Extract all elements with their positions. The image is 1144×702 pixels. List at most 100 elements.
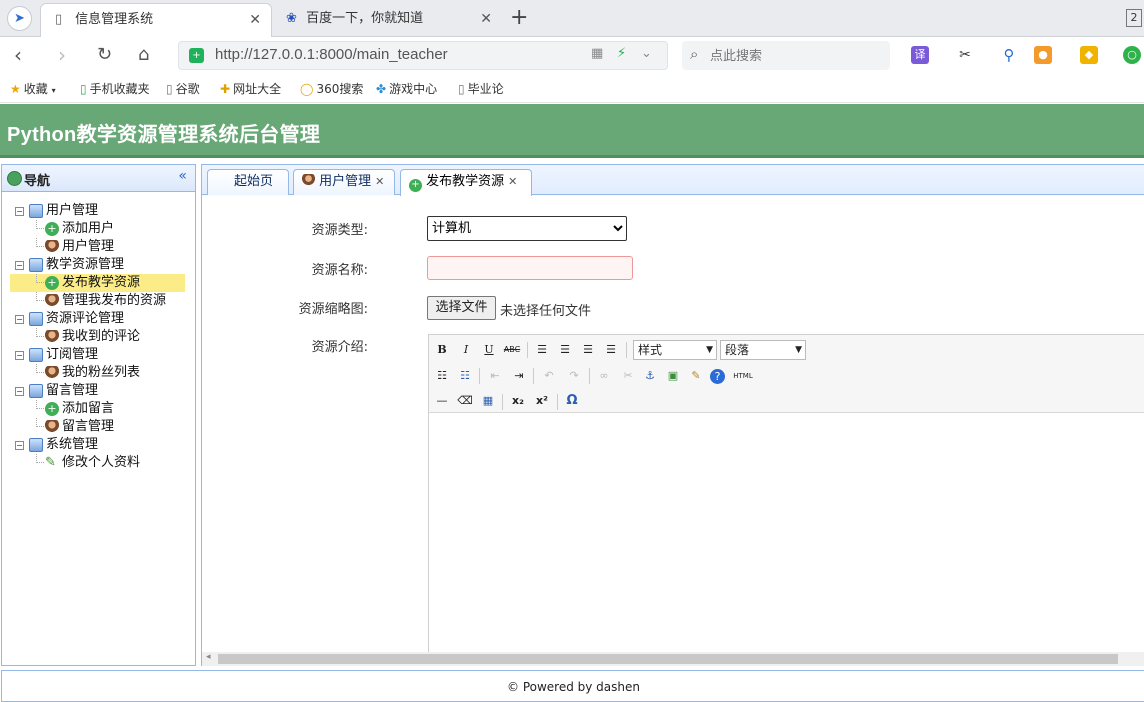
link-icon[interactable]: ∞ bbox=[595, 367, 613, 385]
numbered-list-icon[interactable]: ☷ bbox=[456, 367, 474, 385]
image-icon[interactable]: ▣ bbox=[664, 367, 682, 385]
sidebar-title: 导航 bbox=[24, 174, 51, 189]
tree-item[interactable]: + 发布教学资源 bbox=[10, 274, 185, 292]
translate-icon[interactable]: 译 bbox=[911, 46, 929, 64]
close-tab-icon[interactable]: ✕ bbox=[480, 3, 492, 35]
tree-item[interactable]: 管理我发布的资源 bbox=[2, 292, 195, 310]
extension-icon[interactable]: ○ bbox=[1123, 46, 1141, 64]
redo-icon[interactable]: ↷ bbox=[565, 367, 583, 385]
folder-icon bbox=[29, 258, 43, 272]
underline-icon[interactable]: U bbox=[480, 341, 498, 359]
cleanup-brush-icon[interactable]: ✎ bbox=[687, 367, 705, 385]
close-icon[interactable]: ✕ bbox=[375, 175, 384, 188]
zoom-icon[interactable]: ⚲ bbox=[1000, 46, 1018, 64]
tab-user-manage[interactable]: 用户管理 ✕ bbox=[293, 169, 395, 195]
browser-tab[interactable]: ❀ 百度一下，你就知道 ✕ bbox=[272, 3, 502, 37]
align-left-icon[interactable]: ☰ bbox=[533, 341, 551, 359]
tree-group[interactable]: − 用户管理 bbox=[2, 202, 195, 220]
address-bar[interactable]: + http://127.0.0.1:8000/main_teacher ▦ ⚡… bbox=[178, 41, 668, 70]
align-right-icon[interactable]: ☰ bbox=[579, 341, 597, 359]
horizontal-rule-icon[interactable]: — bbox=[433, 392, 451, 410]
table-icon[interactable]: ▦ bbox=[479, 392, 497, 410]
collapse-toggle-icon[interactable]: − bbox=[15, 351, 24, 360]
bolt-icon[interactable]: ⚡ bbox=[617, 46, 626, 61]
special-char-icon[interactable]: Ω bbox=[563, 392, 581, 410]
subscript-icon[interactable]: x₂ bbox=[509, 392, 527, 410]
html-source-icon[interactable]: HTML bbox=[731, 367, 755, 385]
bookmark-item[interactable]: ▯ 谷歌 bbox=[166, 80, 200, 97]
browser-tab-active[interactable]: ▯ 信息管理系统 ✕ bbox=[40, 3, 272, 38]
tab-publish-resource[interactable]: + 发布教学资源 ✕ bbox=[400, 169, 532, 196]
collapse-icon[interactable]: « bbox=[178, 168, 187, 184]
italic-icon[interactable]: I bbox=[457, 341, 475, 359]
horizontal-scrollbar[interactable]: ◂ bbox=[202, 652, 1144, 666]
format-select[interactable]: 段落 ▼ bbox=[720, 340, 806, 360]
shield-ext-icon[interactable]: ◆ bbox=[1080, 46, 1098, 64]
tree-group[interactable]: − 系统管理 bbox=[2, 436, 195, 454]
forward-icon[interactable]: › bbox=[58, 43, 66, 67]
tree-item[interactable]: 我的粉丝列表 bbox=[2, 364, 195, 382]
bookmark-item[interactable]: ▯ 手机收藏夹 bbox=[80, 80, 150, 97]
tree-group[interactable]: − 资源评论管理 bbox=[2, 310, 195, 328]
browser-logo-icon[interactable]: ➤ bbox=[7, 6, 32, 31]
name-input[interactable] bbox=[427, 256, 633, 280]
search-input[interactable] bbox=[710, 45, 880, 65]
back-icon[interactable]: ‹ bbox=[14, 43, 22, 67]
close-icon[interactable]: ✕ bbox=[508, 175, 517, 188]
home-icon[interactable]: ⌂ bbox=[138, 43, 149, 67]
bold-icon[interactable]: B bbox=[433, 341, 451, 359]
anchor-icon[interactable]: ⚓ bbox=[641, 367, 659, 385]
tab-home[interactable]: 起始页 bbox=[207, 169, 289, 195]
reload-icon[interactable]: ↻ bbox=[97, 43, 112, 67]
tree-connector bbox=[36, 418, 44, 427]
style-select[interactable]: 样式 ▼ bbox=[633, 340, 717, 360]
collapse-toggle-icon[interactable]: − bbox=[15, 441, 24, 450]
align-center-icon[interactable]: ☰ bbox=[556, 341, 574, 359]
undo-icon[interactable]: ↶ bbox=[540, 367, 558, 385]
bookmark-item[interactable]: ★ 收藏 ▾ bbox=[10, 80, 56, 97]
address-url[interactable]: http://127.0.0.1:8000/main_teacher bbox=[215, 46, 448, 63]
qr-icon[interactable]: ▦ bbox=[591, 46, 603, 61]
bookmark-item[interactable]: ✚ 网址大全 bbox=[220, 80, 281, 97]
align-justify-icon[interactable]: ☰ bbox=[602, 341, 620, 359]
collapse-toggle-icon[interactable]: − bbox=[15, 315, 24, 324]
rich-text-editor: B I U ABC ☰ ☰ ☰ ☰ 样式 ▼ 段落 ▼ ☷ ☷ ⇤ ⇥ ↶ ↷ … bbox=[428, 334, 1144, 652]
close-tab-icon[interactable]: ✕ bbox=[249, 4, 261, 36]
collapse-toggle-icon[interactable]: − bbox=[15, 261, 24, 270]
game-icon[interactable]: ● bbox=[1034, 46, 1052, 64]
tree-item[interactable]: + 添加留言 bbox=[2, 400, 195, 418]
eraser-icon[interactable]: ⌫ bbox=[456, 392, 474, 410]
choose-file-button[interactable]: 选择文件 bbox=[427, 296, 496, 320]
tree-item[interactable]: ✎ 修改个人资料 bbox=[2, 454, 195, 472]
superscript-icon[interactable]: x² bbox=[533, 392, 551, 410]
collapse-toggle-icon[interactable]: − bbox=[15, 387, 24, 396]
bookmark-item[interactable]: ◯ 360搜索 bbox=[300, 80, 363, 97]
scroll-left-icon[interactable]: ◂ bbox=[206, 652, 211, 662]
scissors-icon[interactable]: ✂ bbox=[956, 46, 974, 64]
bookmark-item[interactable]: ✤ 游戏中心 bbox=[376, 80, 437, 97]
tree-item[interactable]: 用户管理 bbox=[2, 238, 195, 256]
search-box[interactable]: ⌕ bbox=[682, 41, 890, 70]
indent-icon[interactable]: ⇥ bbox=[510, 367, 528, 385]
unlink-icon[interactable]: ✂ bbox=[619, 367, 637, 385]
outdent-icon[interactable]: ⇤ bbox=[486, 367, 504, 385]
nav-tree: − 用户管理 + 添加用户 用户管理 − 教学资源管理 + 发布教学资源 管理我发布的资源 − 资源评… bbox=[2, 192, 195, 472]
scrollbar-thumb[interactable] bbox=[218, 654, 1118, 664]
tree-group[interactable]: − 订阅管理 bbox=[2, 346, 195, 364]
toolbar-separator bbox=[479, 368, 480, 384]
strikethrough-icon[interactable]: ABC bbox=[503, 341, 521, 359]
collapse-toggle-icon[interactable]: − bbox=[15, 207, 24, 216]
tab-count-badge[interactable]: 2 bbox=[1126, 9, 1142, 27]
tree-group[interactable]: − 教学资源管理 bbox=[2, 256, 195, 274]
tree-item[interactable]: 我收到的评论 bbox=[2, 328, 195, 346]
tree-group[interactable]: − 留言管理 bbox=[2, 382, 195, 400]
editor-content-area[interactable] bbox=[429, 414, 1144, 652]
help-icon[interactable]: ? bbox=[710, 369, 725, 384]
type-select[interactable]: 计算机 bbox=[427, 216, 627, 241]
tree-item[interactable]: 留言管理 bbox=[2, 418, 195, 436]
tree-item[interactable]: + 添加用户 bbox=[2, 220, 195, 238]
new-tab-button[interactable]: + bbox=[510, 5, 528, 31]
chevron-down-icon[interactable]: ⌄ bbox=[641, 46, 652, 61]
bookmark-item[interactable]: ▯ 毕业论 bbox=[458, 80, 504, 97]
bullet-list-icon[interactable]: ☷ bbox=[433, 367, 451, 385]
